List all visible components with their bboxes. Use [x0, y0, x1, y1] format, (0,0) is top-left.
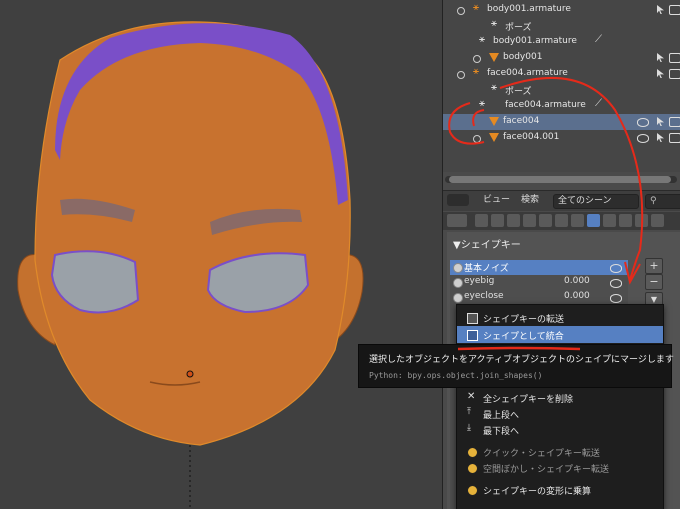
search-field[interactable]: ⚲ [645, 194, 680, 209]
properties-tabs [443, 212, 680, 230]
select-icon [657, 5, 664, 14]
outliner-row[interactable]: ⚹ body001.armature [443, 2, 680, 18]
visibility-icon [637, 118, 649, 127]
particles-tab-icon[interactable] [635, 214, 648, 227]
remove-shape-key-button[interactable]: − [645, 274, 663, 290]
shape-key-row[interactable]: 基本ノイズ [450, 260, 628, 275]
pose-icon: ⚹ [491, 18, 497, 29]
expand-icon [457, 7, 465, 15]
outliner-row[interactable]: ⚹ ポーズ [443, 18, 680, 34]
constraints-tab-icon[interactable] [555, 214, 568, 227]
move-bottom-icon: ⤓ [467, 423, 471, 433]
bone-icon: ⟋ [595, 98, 602, 109]
menu-item-blur-transfer[interactable]: 空間ぼかし・シェイプキー転送 [457, 459, 663, 476]
outliner[interactable]: ⚹ body001.armature ⚹ ポーズ ⚹ body001.armat… [443, 0, 680, 172]
panel-title[interactable]: ▼シェイプキー [453, 236, 521, 251]
physics-tab-icon[interactable] [651, 214, 664, 227]
menu-item-move-top[interactable]: ⤒ 最上段へ [457, 405, 663, 422]
mesh-icon [489, 133, 499, 142]
menu-item-join-as-shapes[interactable]: シェイプとして統合 [457, 326, 663, 343]
shape-key-icon [453, 293, 463, 303]
join-icon [467, 330, 478, 341]
data-tab-icon[interactable] [587, 214, 600, 227]
select-icon [657, 53, 664, 62]
x-icon: ✕ [467, 391, 476, 402]
scene-dropdown[interactable]: 全てのシーン [553, 194, 639, 209]
menu-item-transfer-shape[interactable]: シェイプキーの転送 [457, 309, 663, 326]
menu-item-apply-deform[interactable]: シェイプキーの変形に乗算 [457, 481, 663, 498]
outliner-row[interactable]: ⚹ ポーズ [443, 82, 680, 98]
expand-icon [457, 71, 465, 79]
move-top-icon: ⤒ [467, 407, 471, 417]
expand-icon [473, 55, 481, 63]
outliner-row-selected[interactable]: face004 [443, 114, 680, 130]
menu-item-quick-transfer[interactable]: クイック・シェイプキー転送 [457, 443, 663, 460]
visibility-icon [637, 134, 649, 143]
visibility-icon [610, 294, 622, 303]
tooltip: 選択したオブジェクトをアクティブオブジェクトのシェイプにマージします Pytho… [358, 344, 674, 388]
search-menu[interactable]: 検索 [517, 194, 543, 207]
search-icon: ⚲ [650, 196, 657, 206]
shape-key-icon [453, 278, 463, 288]
mesh-icon [489, 53, 499, 62]
addon-icon [467, 485, 478, 496]
transfer-icon [467, 313, 478, 324]
3d-viewport[interactable] [0, 0, 442, 509]
outliner-row[interactable]: ⚹ body001.armature ⟋ [443, 34, 680, 50]
addon-icon [467, 463, 478, 474]
shape-key-row[interactable]: eyeclose 0.000 [450, 290, 628, 305]
origin-point [186, 370, 194, 378]
scene-tab-icon[interactable] [507, 214, 520, 227]
select-icon [657, 117, 664, 126]
editor-type-icon[interactable] [447, 194, 469, 206]
outliner-row[interactable]: ⚹ face004.armature ⟋ [443, 98, 680, 114]
outliner-row[interactable]: face004.001 [443, 130, 680, 146]
expand-icon [473, 135, 481, 143]
render-tab-icon[interactable] [475, 214, 488, 227]
shape-key-specials-menu: シェイプキーの転送 シェイプとして統合 ✕ 全シェイプキーを削除 ⤒ 最上段へ … [456, 304, 664, 509]
render-icon [669, 117, 680, 127]
outliner-row[interactable]: body001 [443, 50, 680, 66]
menu-item-remove-all[interactable]: ✕ 全シェイプキーを削除 [457, 389, 663, 406]
visibility-icon [610, 279, 622, 288]
layers-tab-icon[interactable] [491, 214, 504, 227]
blender-window: { "outliner": { "rows": [ {"label": "bod… [0, 0, 680, 509]
menu-item-move-bottom[interactable]: ⤓ 最下段へ [457, 421, 663, 438]
outliner-scrollbar[interactable] [445, 176, 677, 183]
render-icon [669, 69, 680, 79]
render-icon [669, 53, 680, 63]
view-menu[interactable]: ビュー [479, 194, 514, 207]
add-shape-key-button[interactable]: + [645, 258, 663, 274]
pose-icon: ⚹ [491, 82, 497, 93]
addon-icon [467, 447, 478, 458]
outliner-header: ビュー 検索 全てのシーン ⚲ [443, 190, 680, 211]
outliner-row[interactable]: ⚹ face004.armature [443, 66, 680, 82]
render-icon [669, 133, 680, 143]
mesh-icon [489, 117, 499, 126]
armature-data-icon: ⚹ [479, 34, 485, 45]
material-tab-icon[interactable] [603, 214, 616, 227]
bone-icon: ⟋ [595, 34, 602, 45]
scrollbar-thumb[interactable] [449, 176, 671, 183]
editor-type-icon[interactable] [447, 214, 467, 227]
armature-icon: ⚹ [473, 66, 479, 77]
shape-key-row[interactable]: eyebig 0.000 [450, 275, 628, 290]
world-tab-icon[interactable] [523, 214, 536, 227]
modifiers-tab-icon[interactable] [571, 214, 584, 227]
select-icon [657, 133, 664, 142]
render-icon [669, 5, 680, 15]
head-model [17, 21, 364, 509]
texture-tab-icon[interactable] [619, 214, 632, 227]
visibility-icon [610, 264, 622, 273]
armature-icon: ⚹ [473, 2, 479, 13]
object-tab-icon[interactable] [539, 214, 552, 227]
select-icon [657, 69, 664, 78]
armature-data-icon: ⚹ [479, 98, 485, 109]
shape-key-icon [453, 263, 463, 273]
